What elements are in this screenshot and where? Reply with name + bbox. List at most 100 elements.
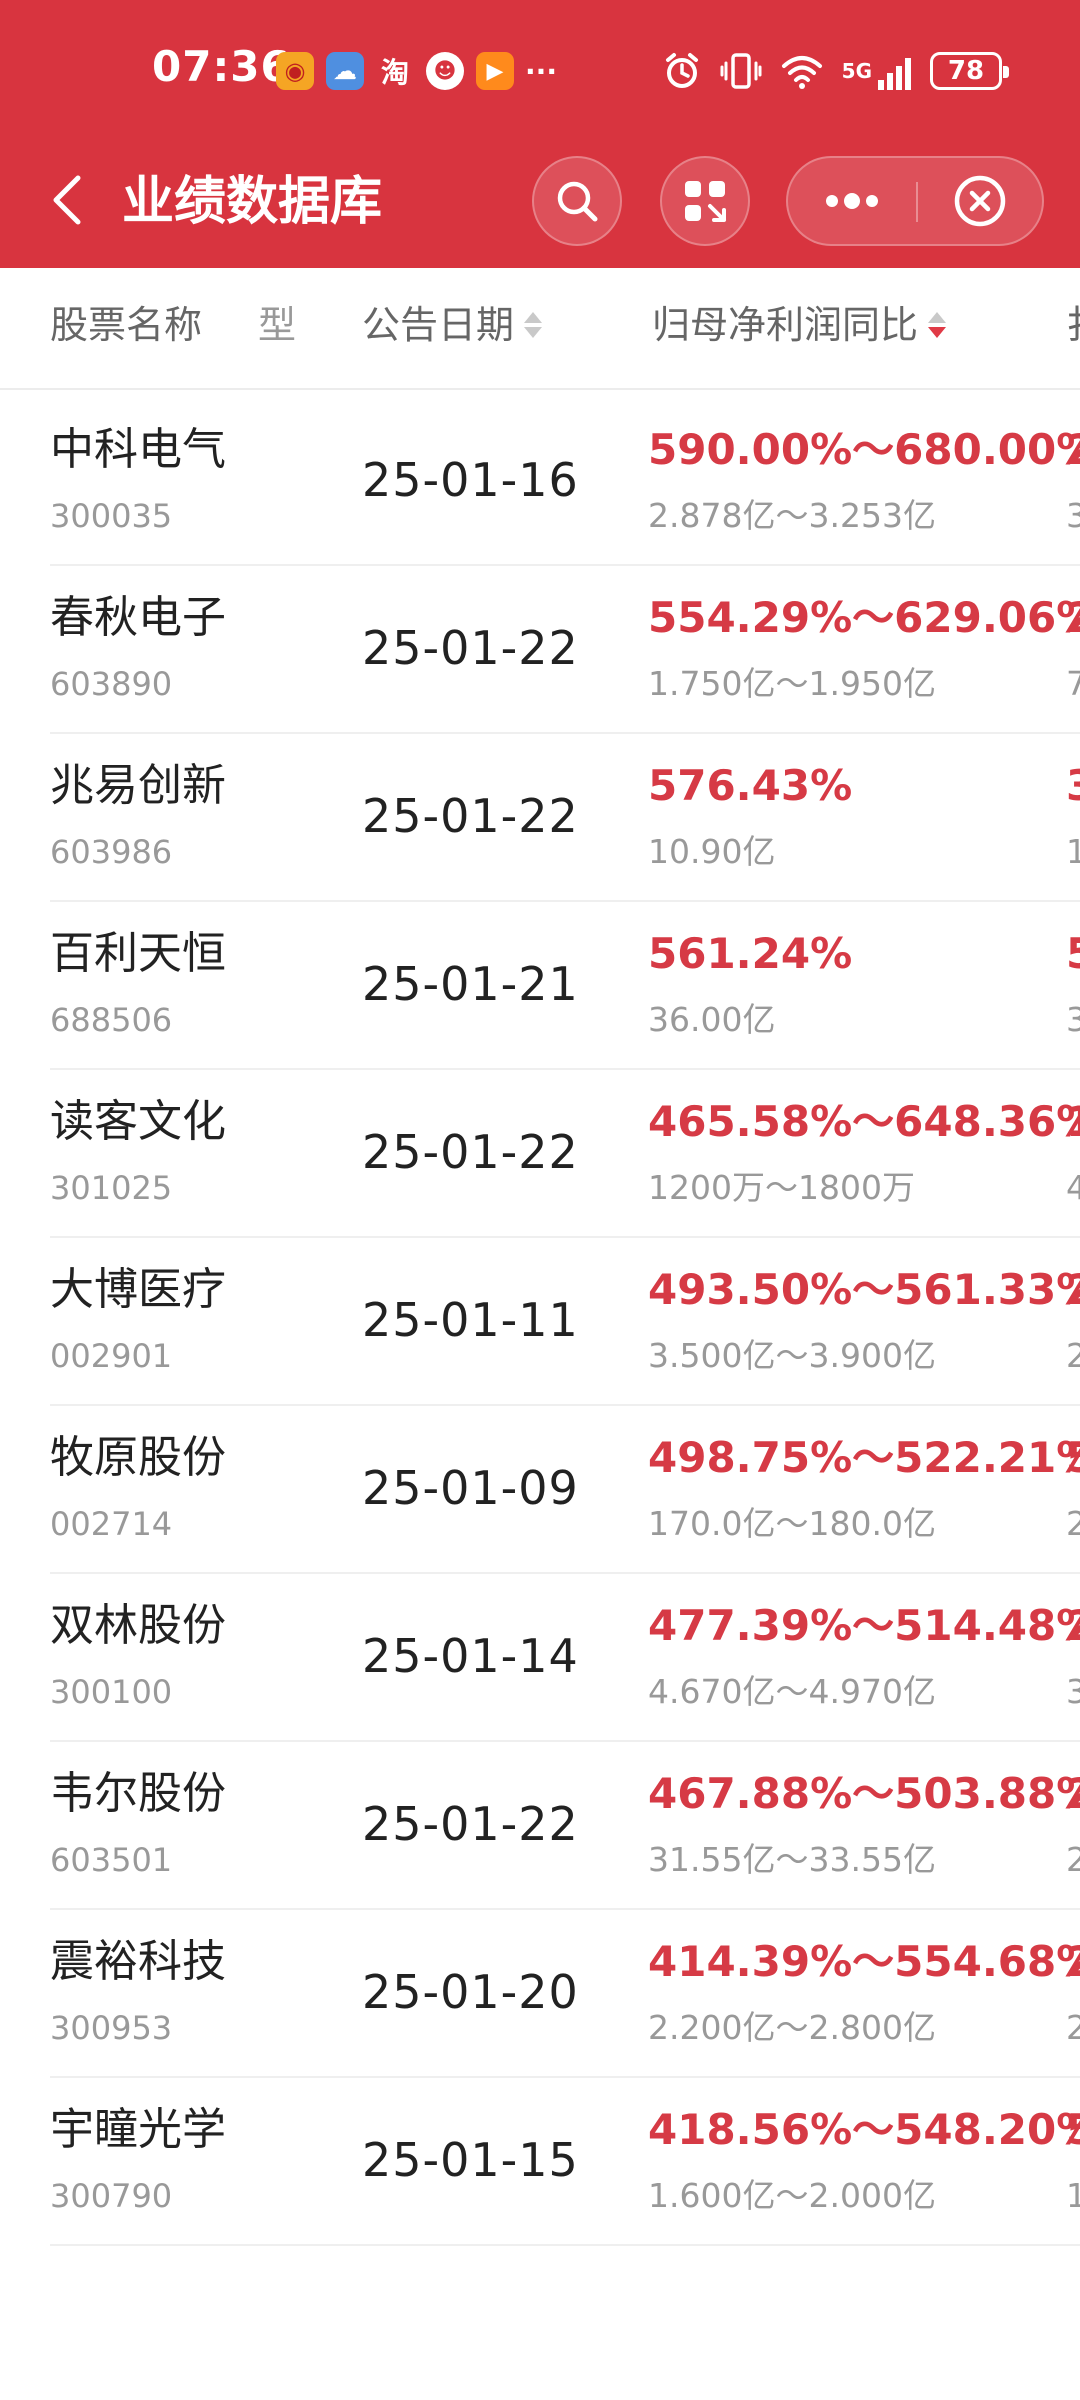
announce-date: 25-01-11	[362, 1293, 579, 1347]
next-col-sub: 2	[1066, 1336, 1080, 1375]
column-net-profit-yoy[interactable]: 归母净利润同比	[652, 298, 947, 352]
table-row[interactable]: 双林股份 300100 25-01-14 477.39%～514.48% 4.6…	[0, 1574, 1080, 1742]
next-col-sub: 3	[1066, 1672, 1080, 1711]
search-icon	[557, 181, 598, 222]
stock-name: 双林股份	[50, 1600, 226, 1651]
column-net-profit-yoy-label: 归母净利润同比	[652, 303, 919, 347]
profit-yoy: 465.58%～648.36%	[648, 1097, 1080, 1146]
announce-date: 25-01-15	[362, 2133, 579, 2187]
video-app-icon: ▶	[476, 52, 514, 90]
table-header: 股票名称 型 公告日期 归母净利润同比 扌	[0, 268, 1080, 390]
profit-yoy: 561.24%	[648, 929, 853, 978]
next-col-value: 2	[1066, 588, 1080, 648]
table-row[interactable]: 韦尔股份 603501 25-01-22 467.88%～503.88% 31.…	[0, 1742, 1080, 1910]
chevron-left-icon	[53, 175, 81, 225]
next-col-sub: 7	[1066, 664, 1080, 703]
stock-name: 春秋电子	[50, 592, 226, 643]
stock-name: 牧原股份	[50, 1432, 226, 1483]
stock-code: 300790	[50, 2177, 173, 2215]
next-col-sub: 2	[1066, 1504, 1080, 1543]
more-notifications-icon: ···	[525, 54, 557, 88]
table-row[interactable]: 震裕科技 300953 25-01-20 414.39%～554.68% 2.2…	[0, 1910, 1080, 2078]
profit-range: 2.878亿～3.253亿	[648, 496, 936, 535]
next-col-sub: 2	[1066, 1840, 1080, 1879]
next-col-value: 5	[1066, 924, 1080, 984]
next-col-sub: 3	[1066, 1000, 1080, 1039]
weibo-icon: ◉	[276, 52, 314, 90]
profit-range: 36.00亿	[648, 1000, 776, 1039]
next-col-value: 3	[1066, 756, 1080, 816]
next-col-value: 2	[1066, 1764, 1080, 1824]
alarm-icon	[665, 53, 698, 88]
battery-level: 78	[947, 56, 985, 86]
stock-name: 宇瞳光学	[50, 2104, 226, 2155]
stock-name: 大博医疗	[50, 1264, 226, 1315]
profit-yoy: 467.88%～503.88%	[648, 1769, 1080, 1818]
next-col-sub: 4	[1066, 1168, 1080, 1207]
profit-yoy: 414.39%～554.68%	[648, 1937, 1080, 1986]
profit-yoy: 590.00%～680.00%	[648, 425, 1080, 474]
more-button[interactable]	[788, 158, 916, 244]
next-col-value: 1	[1066, 1092, 1080, 1152]
table-row[interactable]: 大博医疗 002901 25-01-11 493.50%～561.33% 3.5…	[0, 1238, 1080, 1406]
table-row[interactable]: 牧原股份 002714 25-01-09 498.75%～522.21% 170…	[0, 1406, 1080, 1574]
apps-grid-button[interactable]	[660, 156, 750, 246]
column-announce-date-label: 公告日期	[362, 303, 515, 347]
next-col-value: 2	[1066, 1260, 1080, 1320]
column-next-fragment: 扌	[1066, 298, 1080, 352]
close-button[interactable]	[918, 158, 1042, 244]
next-col-value: 2	[1066, 1596, 1080, 1656]
mini-program-capsule	[786, 156, 1044, 246]
next-col-sub: 2	[1066, 2008, 1080, 2047]
profit-range: 3.500亿～3.900亿	[648, 1336, 936, 1375]
mascot-app-icon: ☻	[426, 52, 464, 90]
announce-date: 25-01-09	[362, 1461, 579, 1515]
table-row[interactable]: 宇瞳光学 300790 25-01-15 418.56%～548.20% 1.6…	[0, 2078, 1080, 2246]
next-col-sub: 3	[1066, 496, 1080, 535]
announce-date: 25-01-20	[362, 1965, 579, 2019]
stock-name: 兆易创新	[50, 760, 226, 811]
profit-range: 1.600亿～2.000亿	[648, 2176, 936, 2215]
sort-desc-icon	[928, 312, 947, 338]
app-header: 07:36 ◉ ☁ 淘 ☻ ▶ ··· 5G 78 业绩数据库	[0, 0, 1080, 268]
stock-code: 300035	[50, 497, 173, 535]
column-type-fragment: 型	[258, 303, 297, 347]
profit-yoy: 576.43%	[648, 761, 853, 810]
cloud-app-icon: ☁	[326, 52, 364, 90]
table-row[interactable]: 中科电气 300035 25-01-16 590.00%～680.00% 2.8…	[0, 398, 1080, 566]
status-bar: 07:36 ◉ ☁ 淘 ☻ ▶ ··· 5G 78	[0, 0, 1080, 140]
more-dots-icon	[826, 193, 878, 209]
profit-range: 1200万～1800万	[648, 1168, 915, 1207]
next-col-sub: 1	[1066, 832, 1080, 871]
wifi-icon	[781, 56, 822, 89]
table-row[interactable]: 读客文化 301025 25-01-22 465.58%～648.36% 120…	[0, 1070, 1080, 1238]
table-row[interactable]: 兆易创新 603986 25-01-22 576.43% 10.90亿 3 1	[0, 734, 1080, 902]
page-title: 业绩数据库	[122, 172, 383, 232]
profit-range: 10.90亿	[648, 832, 776, 871]
announce-date: 25-01-16	[362, 453, 579, 507]
announce-date: 25-01-22	[362, 789, 579, 843]
profit-range: 31.55亿～33.55亿	[648, 1840, 936, 1879]
next-col-value: 5	[1066, 1428, 1080, 1488]
profit-yoy: 493.50%～561.33%	[648, 1265, 1080, 1314]
column-stock-name: 股票名称	[50, 303, 203, 347]
profit-range: 4.670亿～4.970亿	[648, 1672, 936, 1711]
vibrate-icon	[720, 53, 762, 89]
profit-range: 2.200亿～2.800亿	[648, 2008, 936, 2047]
stock-table: 中科电气 300035 25-01-16 590.00%～680.00% 2.8…	[0, 398, 1080, 2246]
stock-code: 002714	[50, 1505, 173, 1543]
column-announce-date[interactable]: 公告日期	[362, 298, 543, 352]
profit-yoy: 554.29%～629.06%	[648, 593, 1080, 642]
announce-date: 25-01-22	[362, 1125, 579, 1179]
grid-arrow-icon	[685, 181, 726, 222]
back-button[interactable]	[36, 162, 100, 238]
battery-icon: 78	[930, 52, 1009, 90]
profit-range: 1.750亿～1.950亿	[648, 664, 936, 703]
table-row[interactable]: 春秋电子 603890 25-01-22 554.29%～629.06% 1.7…	[0, 566, 1080, 734]
stock-name: 中科电气	[50, 424, 226, 475]
sort-icon	[524, 312, 543, 338]
table-row[interactable]: 百利天恒 688506 25-01-21 561.24% 36.00亿 5 3	[0, 902, 1080, 1070]
search-button[interactable]	[532, 156, 622, 246]
stock-code: 002901	[50, 1337, 173, 1375]
stock-name: 读客文化	[50, 1096, 226, 1147]
